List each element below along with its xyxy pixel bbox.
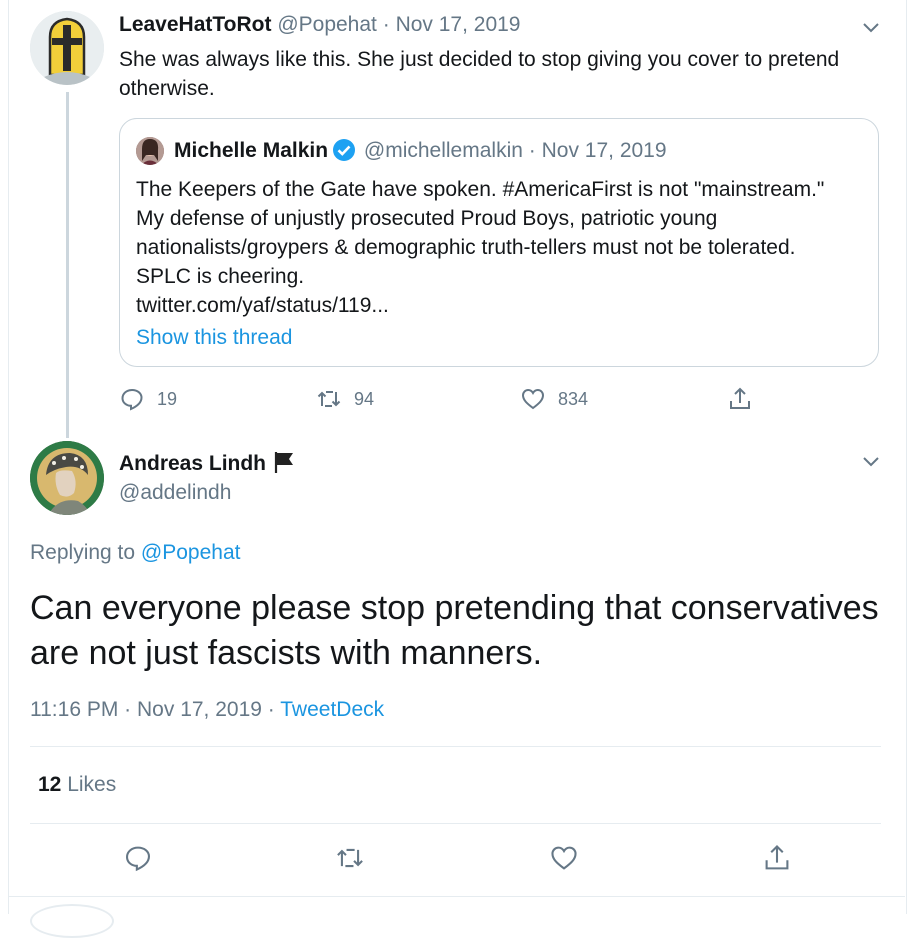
reply-button[interactable]: [120, 840, 156, 876]
quoting-tweet-actions: 19 94 834: [119, 383, 899, 415]
dot-separator: ·: [382, 13, 390, 36]
show-thread-link[interactable]: Show this thread: [136, 326, 292, 350]
reply-button[interactable]: 19: [119, 383, 177, 415]
author-name-row: Andreas Lindh: [119, 450, 296, 476]
tweet-menu-caret[interactable]: [860, 450, 882, 477]
share-icon: [730, 387, 750, 409]
main-tweet-text: Can everyone please stop pretending that…: [30, 586, 890, 676]
quoted-display-name[interactable]: Michelle Malkin: [174, 139, 328, 162]
quoting-tweet-text: She was always like this. She just decid…: [119, 48, 840, 100]
quoting-handle[interactable]: @Popehat: [277, 13, 377, 36]
reply-icon: [121, 388, 143, 411]
chevron-down-icon: [863, 23, 879, 33]
chevron-down-icon: [863, 457, 879, 467]
verified-badge-icon: [333, 139, 356, 161]
tweet-text-line: Can everyone please stop pretending that…: [30, 589, 879, 627]
heart-icon: [521, 388, 545, 410]
addelindh-avatar[interactable]: [30, 441, 104, 515]
reply-count: 19: [157, 388, 178, 409]
quoted-tweet-card[interactable]: Michelle Malkin @michellemalkin · Nov 17…: [119, 118, 879, 367]
divider: [30, 823, 881, 824]
quoted-link[interactable]: twitter.com/yaf/status/119...: [136, 291, 871, 320]
tweet-time[interactable]: 11:16 PM: [30, 698, 118, 721]
quoted-text-line: nationalists/groypers & demographic trut…: [136, 236, 796, 259]
like-button[interactable]: 834: [520, 383, 588, 415]
reply-icon: [125, 846, 151, 872]
thread-connector-line: [66, 92, 69, 438]
dot-separator: ·: [528, 139, 536, 162]
retweet-icon: [317, 391, 341, 407]
quoting-tweet-header: LeaveHatToRot @Popehat · Nov 17, 2019: [119, 13, 521, 37]
retweet-button[interactable]: [332, 840, 368, 876]
tweet-date[interactable]: Nov 17, 2019: [137, 698, 262, 721]
quoted-text-line: SPLC is cheering.: [136, 265, 305, 288]
author-handle[interactable]: @addelindh: [119, 481, 231, 505]
next-reply-avatar: [30, 904, 114, 938]
black-flag-icon: [274, 452, 294, 473]
author-display-name[interactable]: Andreas Lindh: [119, 452, 266, 475]
dot-separator: ·: [124, 698, 132, 721]
likes-stat[interactable]: 12 Likes: [38, 773, 116, 797]
tweet-meta: 11:16 PM · Nov 17, 2019 · TweetDeck: [30, 698, 384, 722]
share-button[interactable]: [727, 383, 765, 415]
retweet-count: 94: [354, 388, 375, 409]
retweet-button[interactable]: 94: [316, 383, 374, 415]
like-count: 834: [558, 388, 589, 409]
quoted-text-line: The Keepers of the Gate have spoken. #Am…: [136, 178, 825, 201]
michellemalkin-avatar: [136, 137, 164, 165]
replying-to: Replying to @Popehat: [30, 541, 240, 565]
tweet-text-line: are not just fascists with manners.: [30, 634, 543, 672]
quoted-handle: @michellemalkin: [363, 139, 523, 162]
quoted-date: Nov 17, 2019: [541, 139, 667, 162]
likes-label: Likes: [67, 773, 117, 796]
share-button[interactable]: [759, 840, 795, 876]
quoting-date[interactable]: Nov 17, 2019: [396, 13, 521, 36]
quoting-display-name[interactable]: LeaveHatToRot: [119, 13, 271, 36]
replying-to-handle[interactable]: @Popehat: [141, 541, 241, 564]
popehat-avatar[interactable]: [30, 11, 104, 85]
main-tweet-actions: [30, 840, 881, 876]
likes-count: 12: [38, 773, 62, 796]
retweet-icon: [337, 848, 363, 868]
quoted-tweet-header: Michelle Malkin @michellemalkin · Nov 17…: [174, 138, 667, 163]
share-icon: [765, 844, 789, 870]
replying-prefix: Replying to: [30, 541, 136, 564]
tweet-source-link[interactable]: TweetDeck: [280, 698, 384, 721]
tweet-menu-caret[interactable]: [860, 16, 882, 43]
dot-separator: ·: [267, 698, 275, 721]
heart-icon: [551, 846, 577, 870]
like-button[interactable]: [546, 840, 582, 876]
divider: [8, 896, 905, 897]
quoted-tweet-text: The Keepers of the Gate have spoken. #Am…: [136, 175, 871, 320]
quoted-text-line: My defense of unjustly prosecuted Proud …: [136, 207, 718, 230]
divider: [30, 746, 881, 747]
